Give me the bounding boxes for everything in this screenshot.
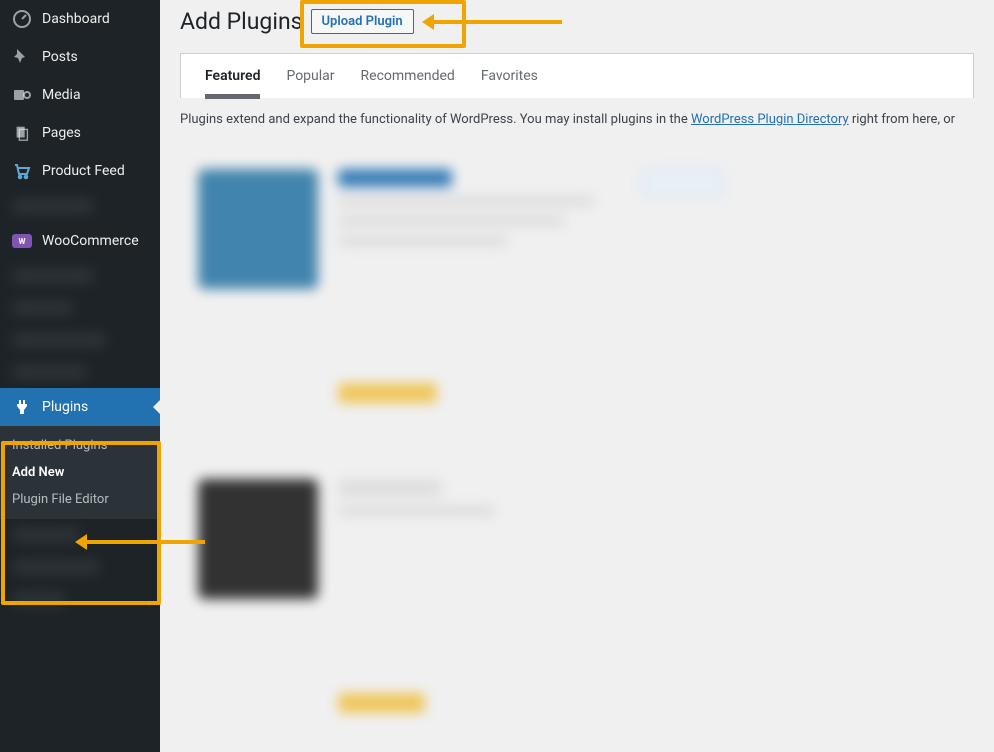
page-title: Add Plugins <box>180 8 303 35</box>
tab-popular[interactable]: Popular <box>286 68 334 98</box>
plugin-icon <box>12 397 32 417</box>
page-header: Add Plugins Upload Plugin <box>180 0 974 53</box>
plugin-cards-grid <box>180 151 974 752</box>
woocommerce-icon: W <box>12 231 32 251</box>
plugin-card <box>180 461 530 731</box>
pages-icon <box>12 123 32 143</box>
sidebar-item-blurred <box>0 551 160 583</box>
sidebar-item-blurred <box>0 260 160 292</box>
sidebar-item-plugins[interactable]: Plugins <box>0 388 160 426</box>
sidebar-item-label: Media <box>42 87 81 103</box>
submenu-plugin-file-editor[interactable]: Plugin File Editor <box>0 486 160 513</box>
sidebar-item-label: WooCommerce <box>42 233 139 249</box>
sidebar-item-media[interactable]: Media <box>0 76 160 114</box>
tab-recommended[interactable]: Recommended <box>361 68 455 98</box>
svg-text:W: W <box>19 237 26 246</box>
upload-plugin-button[interactable]: Upload Plugin <box>311 9 414 34</box>
description-text: Plugins extend and expand the functional… <box>180 112 691 127</box>
sidebar-item-dashboard[interactable]: Dashboard <box>0 0 160 38</box>
submenu-add-new[interactable]: Add New <box>0 459 160 486</box>
sidebar-item-label: Plugins <box>42 399 88 415</box>
sidebar-item-label: Pages <box>42 125 81 141</box>
sidebar-item-label: Posts <box>42 49 78 65</box>
description-row: Plugins extend and expand the functional… <box>180 98 974 151</box>
sidebar-item-label: Dashboard <box>42 11 110 27</box>
description-text-tail: right from here, or <box>849 112 955 127</box>
sidebar-item-product-feed[interactable]: Product Feed <box>0 152 160 190</box>
tab-featured[interactable]: Featured <box>205 68 260 98</box>
tab-favorites[interactable]: Favorites <box>481 68 538 98</box>
annotation-arrow-add-new <box>85 540 205 544</box>
sidebar-item-blurred <box>0 583 160 615</box>
plugin-thumbnail <box>198 479 318 599</box>
sidebar-item-blurred <box>0 292 160 324</box>
annotation-arrow-upload-plugin <box>432 20 562 24</box>
main-content: Add Plugins Upload Plugin Featured Popul… <box>160 0 994 752</box>
plugin-thumbnail <box>198 169 318 289</box>
plugin-card <box>180 151 740 421</box>
sidebar-item-pages[interactable]: Pages <box>0 114 160 152</box>
pin-icon <box>12 47 32 67</box>
media-icon <box>12 85 32 105</box>
filter-tabs: Featured Popular Recommended Favorites <box>180 53 974 98</box>
sidebar-item-label: Product Feed <box>42 163 125 179</box>
sidebar-item-woocommerce[interactable]: W WooCommerce <box>0 222 160 260</box>
cart-icon <box>12 161 32 181</box>
plugins-submenu: Installed Plugins Add New Plugin File Ed… <box>0 426 160 519</box>
submenu-installed-plugins[interactable]: Installed Plugins <box>0 432 160 459</box>
plugin-directory-link[interactable]: WordPress Plugin Directory <box>691 112 849 127</box>
sidebar-item-blurred <box>0 324 160 356</box>
sidebar-item-blurred <box>0 190 160 222</box>
dashboard-icon <box>12 9 32 29</box>
sidebar-item-posts[interactable]: Posts <box>0 38 160 76</box>
admin-sidebar: Dashboard Posts Media Pages Product Feed… <box>0 0 160 752</box>
sidebar-item-blurred <box>0 356 160 388</box>
